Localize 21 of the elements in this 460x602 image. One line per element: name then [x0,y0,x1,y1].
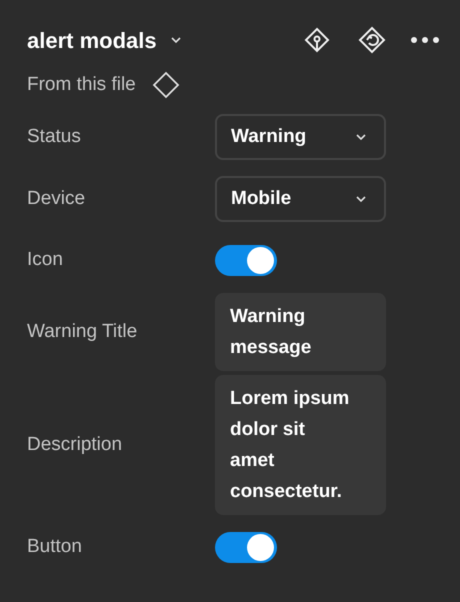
dropdown[interactable]: Warning [215,114,386,160]
property-label: Description [27,432,124,457]
diamond-icon [152,71,180,99]
diamond-pin-icon[interactable] [304,27,330,53]
property-label: Icon [27,248,64,272]
property-label: Device [27,186,86,211]
toggle-switch[interactable] [215,532,277,563]
source-label: From this file [27,72,136,97]
text-field[interactable]: Lorem ipsum dolor sit amet consectetur. [215,375,386,515]
toggle-switch[interactable] [215,245,277,276]
more-icon[interactable] [410,36,440,44]
text-field[interactable]: Warning message [215,293,386,371]
chevron-down-icon[interactable] [170,37,181,43]
component-title: alert modals [27,26,157,54]
chevron-down-icon [356,196,366,202]
property-label: Warning Title [27,320,138,344]
dropdown[interactable]: Mobile [215,176,386,222]
diamond-reset-icon[interactable] [358,26,386,54]
property-label: Status [27,124,82,149]
property-label: Button [27,535,83,560]
chevron-down-icon [356,134,366,140]
